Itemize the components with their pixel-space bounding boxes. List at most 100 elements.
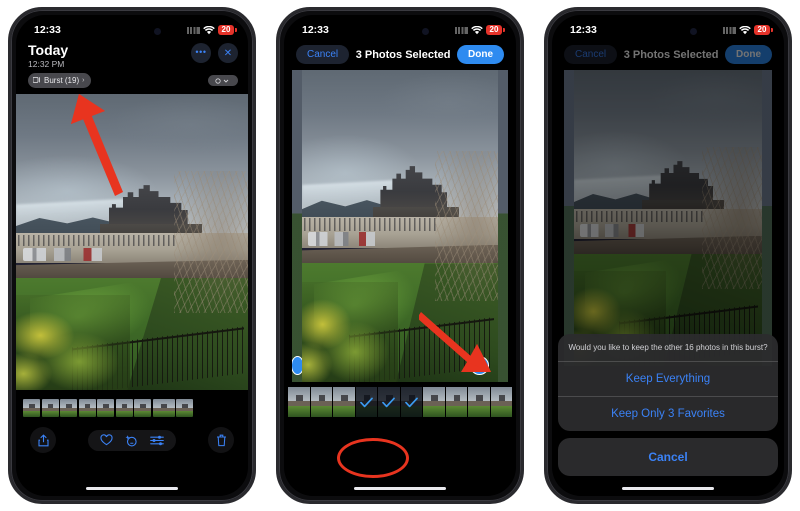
burst-filmstrip-2[interactable] (284, 387, 516, 417)
selection-nav-bar-2: Cancel 3 Photos Selected Done (284, 41, 516, 64)
selection-nav-bar-3: Cancel 3 Photos Selected Done (552, 41, 784, 64)
cancel-button[interactable]: Cancel (296, 45, 350, 64)
share-button[interactable] (30, 427, 56, 453)
selection-title: 3 Photos Selected (355, 48, 451, 61)
phone-1: 12:33 20 Today 12:32 PM ••• ✕ Burst (19)… (8, 7, 256, 504)
main-photo[interactable] (16, 94, 248, 390)
photo-scene-castle (302, 70, 498, 382)
cellular-signal-icon (455, 27, 468, 34)
status-bar-2: 12:33 20 (284, 15, 516, 41)
screenshot-root: 12:33 20 Today 12:32 PM ••• ✕ Burst (19)… (0, 0, 800, 511)
keep-only-favorites-button[interactable]: Keep Only 3 Favorites (558, 397, 778, 431)
status-time: 12:33 (570, 24, 597, 36)
done-button[interactable]: Done (457, 45, 504, 64)
done-button[interactable]: Done (725, 45, 772, 64)
phone-3-screen: 12:33 20 Cancel 3 Photos Selected Done W… (552, 15, 784, 496)
cellular-signal-icon (723, 27, 736, 34)
list-item[interactable] (490, 387, 512, 417)
burst-filmstrip-1[interactable] (16, 399, 248, 417)
phone-3: 12:33 20 Cancel 3 Photos Selected Done W… (544, 7, 792, 504)
trash-button[interactable] (208, 427, 234, 453)
photo-viewer-1[interactable] (16, 94, 248, 390)
list-item[interactable] (423, 387, 445, 417)
cellular-signal-icon (187, 27, 200, 34)
selection-title: 3 Photos Selected (623, 48, 719, 61)
trash-icon (216, 434, 227, 447)
chevron-right-icon: › (82, 77, 85, 84)
list-item-selected[interactable] (378, 387, 400, 417)
phone-2-screen: 12:33 20 Cancel 3 Photos Selected Done (284, 15, 516, 496)
list-item[interactable] (445, 387, 467, 417)
list-item[interactable] (468, 387, 490, 417)
list-item-selected[interactable] (355, 387, 377, 417)
main-photo[interactable] (302, 70, 498, 382)
keep-everything-button[interactable]: Keep Everything (558, 362, 778, 397)
wifi-icon (739, 25, 751, 35)
action-sheet-group: Would you like to keep the other 16 phot… (558, 334, 778, 431)
page-title: Today (28, 42, 69, 58)
battery-indicator: 20 (486, 25, 502, 35)
list-item[interactable] (176, 399, 193, 417)
share-icon (37, 433, 49, 447)
photo-actions-group (88, 429, 176, 451)
status-bar-1: 12:33 20 (16, 15, 248, 41)
list-item-selected[interactable] (400, 387, 422, 417)
list-item[interactable] (60, 399, 77, 417)
close-icon[interactable]: ✕ (218, 43, 238, 63)
list-item[interactable] (333, 387, 355, 417)
main-photo (574, 70, 762, 366)
list-item[interactable] (41, 399, 59, 417)
photo-nav-bar: Today 12:32 PM ••• ✕ (16, 41, 248, 70)
checkmark-icon (400, 387, 422, 417)
cancel-button[interactable]: Cancel (564, 45, 618, 64)
list-item[interactable] (152, 399, 175, 417)
photo-viewer-3 (552, 70, 784, 366)
home-indicator (622, 486, 714, 490)
burst-stack-icon (32, 76, 41, 86)
next-photo-peek[interactable] (498, 70, 508, 382)
list-item[interactable] (78, 399, 96, 417)
action-sheet-message: Would you like to keep the other 16 phot… (558, 334, 778, 362)
home-indicator (86, 486, 178, 490)
status-bar-3: 12:33 20 (552, 15, 784, 41)
photo-viewer-2[interactable] (284, 70, 516, 382)
status-time: 12:33 (34, 24, 61, 36)
previous-photo-peek[interactable] (292, 70, 302, 382)
ellipsis-icon[interactable]: ••• (191, 43, 211, 63)
checkmark-icon (378, 387, 400, 417)
burst-filmstrip-wrapper-2 (284, 387, 516, 417)
burst-badge[interactable]: Burst (19) › (28, 73, 92, 88)
action-sheet-cancel-button[interactable]: Cancel (558, 438, 778, 476)
wifi-icon (471, 25, 483, 35)
list-item[interactable] (134, 399, 151, 417)
list-item[interactable] (115, 399, 133, 417)
battery-indicator: 20 (218, 25, 234, 35)
checkmark-icon (474, 361, 485, 370)
heart-icon[interactable] (100, 434, 113, 446)
selected-checkmark-badge[interactable] (470, 356, 489, 375)
home-indicator (354, 486, 446, 490)
burst-action-sheet: Would you like to keep the other 16 phot… (558, 334, 778, 476)
wifi-icon (203, 25, 215, 35)
list-item[interactable] (310, 387, 332, 417)
list-item[interactable] (97, 399, 114, 417)
previous-photo-peek (564, 70, 574, 366)
checkmark-icon (355, 387, 377, 417)
list-item[interactable] (23, 399, 40, 417)
status-time: 12:33 (302, 24, 329, 36)
auto-enhance-icon[interactable] (125, 434, 138, 447)
burst-row: Burst (19) › (16, 70, 248, 88)
checkmark-circle-icon (292, 356, 302, 375)
battery-indicator: 20 (754, 25, 770, 35)
date-header: Today 12:32 PM (28, 43, 68, 70)
burst-badge-label: Burst (19) (44, 76, 80, 85)
phone-2: 12:33 20 Cancel 3 Photos Selected Done (276, 7, 524, 504)
phone-1-screen: 12:33 20 Today 12:32 PM ••• ✕ Burst (19)… (16, 15, 248, 496)
photo-time: 12:32 PM (28, 59, 65, 69)
adjust-sliders-icon[interactable] (150, 435, 164, 446)
list-item[interactable] (288, 387, 310, 417)
lens-badge[interactable] (208, 75, 238, 86)
dim-overlay (574, 70, 762, 366)
photo-scene-castle (16, 94, 248, 390)
annotation-circle-selected-thumbs (337, 438, 409, 478)
